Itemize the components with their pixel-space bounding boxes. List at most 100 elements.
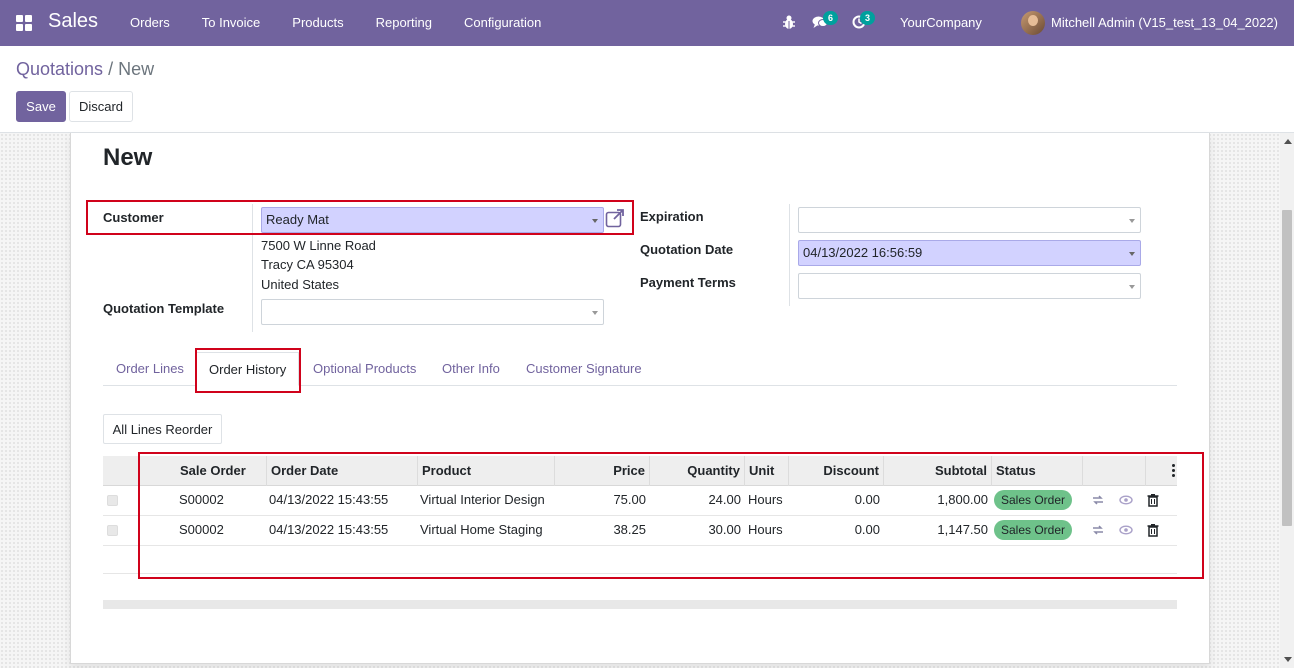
user-menu[interactable]: Mitchell Admin (V15_test_13_04_2022) (1051, 15, 1278, 30)
table-row[interactable]: S00002 04/13/2022 15:43:55 Virtual Inter… (103, 486, 1177, 516)
expiration-label: Expiration (640, 209, 704, 224)
tab-other-info[interactable]: Other Info (442, 352, 500, 386)
view-icon[interactable] (1119, 493, 1133, 507)
activities-badge: 3 (860, 11, 875, 25)
tab-order-history[interactable]: Order History (196, 352, 300, 386)
status-badge: Sales Order (994, 520, 1073, 540)
address-line-2: Tracy CA 95304 (261, 257, 354, 272)
cell-sale-order: S00002 (179, 492, 224, 507)
discard-button[interactable]: Discard (69, 91, 133, 122)
chevron-down-icon[interactable] (592, 311, 598, 315)
quotation-date-field[interactable]: 04/13/2022 16:56:59 (798, 240, 1141, 266)
cell-discount: 0.00 (854, 492, 880, 507)
header-price[interactable]: Price (555, 456, 650, 486)
cell-order-date: 04/13/2022 15:43:55 (269, 522, 389, 537)
row-checkbox[interactable] (107, 495, 118, 506)
chevron-down-icon[interactable] (1129, 252, 1135, 256)
scroll-down-icon[interactable] (1284, 657, 1292, 662)
quotation-template-label: Quotation Template (103, 301, 225, 316)
cell-discount: 0.00 (854, 522, 880, 537)
save-button[interactable]: Save (16, 91, 66, 122)
cell-price: 75.00 (613, 492, 646, 507)
table-header: Sale Order Order Date Product Price Quan… (103, 456, 1177, 486)
cell-subtotal: 1,147.50 (937, 522, 988, 537)
control-panel: Quotations / New Save Discard (0, 46, 1294, 133)
page-title: New (103, 144, 153, 171)
top-navbar: Sales Orders To Invoice Products Reporti… (0, 0, 1294, 46)
header-order-date[interactable]: Order Date (267, 456, 418, 486)
app-brand[interactable]: Sales (48, 10, 98, 33)
trash-icon[interactable] (1146, 523, 1160, 537)
cell-unit: Hours (748, 492, 783, 507)
horizontal-scrollbar[interactable] (103, 600, 1177, 609)
tab-order-lines[interactable]: Order Lines (116, 352, 184, 386)
address-line-3: United States (261, 277, 340, 292)
empty-table-row (103, 546, 1177, 574)
trash-icon[interactable] (1146, 493, 1160, 507)
chevron-down-icon[interactable] (1129, 219, 1135, 223)
cell-order-date: 04/13/2022 15:43:55 (269, 492, 389, 507)
header-quantity[interactable]: Quantity (650, 456, 745, 486)
header-status[interactable]: Status (992, 456, 1083, 486)
table-row[interactable]: S00002 04/13/2022 15:43:55 Virtual Home … (103, 516, 1177, 546)
cell-product: Virtual Interior Design (420, 492, 545, 507)
expiration-field[interactable] (798, 207, 1141, 233)
cell-quantity: 24.00 (708, 492, 741, 507)
customer-field[interactable]: Ready Mat (261, 207, 604, 233)
address-line-1: 7500 W Linne Road (261, 238, 376, 253)
select-all-header[interactable] (103, 456, 139, 486)
cell-sale-order: S00002 (179, 522, 224, 537)
breadcrumb-separator: / (103, 59, 119, 79)
chevron-down-icon[interactable] (1129, 285, 1135, 289)
menu-item-reporting[interactable]: Reporting (360, 0, 448, 46)
vertical-scrollbar[interactable] (1280, 133, 1294, 668)
tab-customer-signature[interactable]: Customer Signature (526, 352, 642, 386)
header-discount[interactable]: Discount (789, 456, 884, 486)
customer-label: Customer (103, 210, 164, 225)
chevron-down-icon[interactable] (592, 219, 598, 223)
quotation-date-label: Quotation Date (640, 242, 734, 257)
payment-terms-label: Payment Terms (640, 275, 736, 290)
header-unit[interactable]: Unit (745, 456, 789, 486)
bug-icon[interactable] (782, 14, 796, 30)
kebab-icon[interactable] (1172, 464, 1175, 477)
quotation-date-value: 04/13/2022 16:56:59 (803, 245, 923, 260)
scroll-thumb[interactable] (1282, 210, 1292, 526)
avatar[interactable] (1021, 11, 1045, 35)
apps-icon[interactable] (16, 15, 32, 31)
cell-quantity: 30.00 (708, 522, 741, 537)
all-lines-reorder-button[interactable]: All Lines Reorder (103, 414, 222, 444)
reorder-icon[interactable] (1091, 523, 1105, 537)
menu-item-orders[interactable]: Orders (114, 0, 186, 46)
external-link-icon[interactable] (605, 208, 625, 228)
breadcrumb: Quotations / New (16, 59, 154, 80)
header-product[interactable]: Product (418, 456, 555, 486)
notebook-tabs: Order Lines Order History Optional Produ… (103, 352, 1177, 386)
left-group-divider (252, 204, 253, 332)
breadcrumb-parent[interactable]: Quotations (16, 59, 103, 79)
customer-value: Ready Mat (266, 212, 329, 227)
cell-unit: Hours (748, 522, 783, 537)
cell-subtotal: 1,800.00 (937, 492, 988, 507)
menu-item-products[interactable]: Products (276, 0, 359, 46)
company-switcher[interactable]: YourCompany (900, 15, 982, 30)
header-sale-order[interactable]: Sale Order (176, 456, 267, 486)
menu-item-to-invoice[interactable]: To Invoice (186, 0, 277, 46)
payment-terms-field[interactable] (798, 273, 1141, 299)
quotation-template-field[interactable] (261, 299, 604, 325)
menu-item-configuration[interactable]: Configuration (448, 0, 557, 46)
main-menu: Orders To Invoice Products Reporting Con… (114, 0, 557, 46)
scroll-up-icon[interactable] (1284, 139, 1292, 144)
reorder-icon[interactable] (1091, 493, 1105, 507)
tab-optional-products[interactable]: Optional Products (313, 352, 416, 386)
right-group-divider (789, 204, 790, 306)
cell-price: 38.25 (613, 522, 646, 537)
view-icon[interactable] (1119, 523, 1133, 537)
messages-badge: 6 (823, 11, 838, 25)
status-badge: Sales Order (994, 490, 1073, 510)
header-actions (1083, 456, 1146, 486)
row-checkbox[interactable] (107, 525, 118, 536)
header-subtotal[interactable]: Subtotal (884, 456, 992, 486)
cell-product: Virtual Home Staging (420, 522, 543, 537)
breadcrumb-current: New (118, 59, 155, 79)
